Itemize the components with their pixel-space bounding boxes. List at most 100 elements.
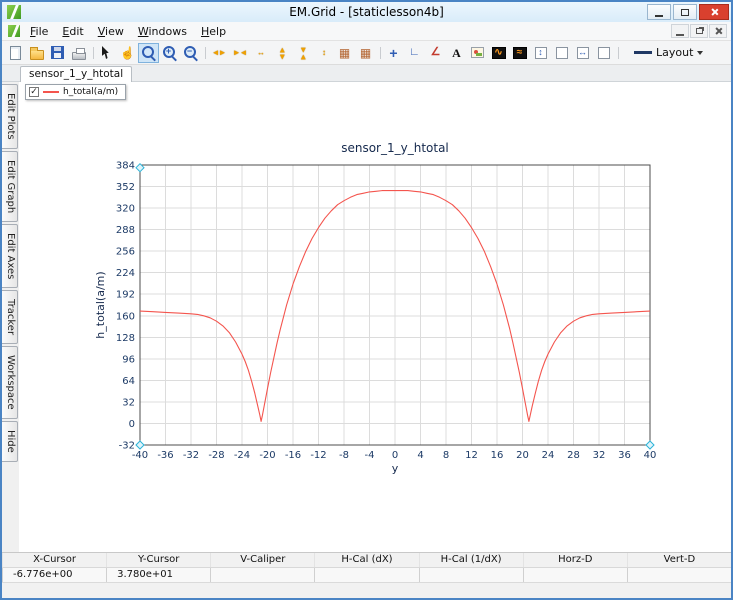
empty-box-2-icon[interactable] bbox=[593, 43, 614, 63]
empty-box-icon[interactable] bbox=[551, 43, 572, 63]
waveform-dark-icon[interactable]: ∿ bbox=[488, 43, 509, 63]
open-file-icon[interactable] bbox=[26, 43, 47, 63]
zoom-in-icon[interactable]: + bbox=[159, 43, 180, 63]
svg-text:128: 128 bbox=[116, 333, 135, 344]
status-col-x-cursor: X-Cursor bbox=[2, 553, 106, 567]
fit-x-axis-icon[interactable]: ↔ bbox=[250, 43, 271, 63]
legend-checkbox[interactable]: ✓ bbox=[29, 87, 39, 97]
svg-text:32: 32 bbox=[593, 450, 606, 461]
svg-text:288: 288 bbox=[116, 225, 135, 236]
svg-text:24: 24 bbox=[542, 450, 555, 461]
expand-y-axis-icon[interactable]: ◄► bbox=[271, 43, 292, 63]
zoom-out-icon[interactable]: − bbox=[180, 43, 201, 63]
svg-text:-36: -36 bbox=[157, 450, 173, 461]
waveform-gallery-icon[interactable]: ≈ bbox=[509, 43, 530, 63]
text-label-icon[interactable]: A bbox=[446, 43, 467, 63]
compress-y-axis-icon[interactable]: ►◄ bbox=[292, 43, 313, 63]
close-button[interactable] bbox=[699, 4, 729, 20]
minimize-button[interactable] bbox=[647, 4, 671, 20]
mdi-minimize-button[interactable] bbox=[671, 24, 689, 38]
mdi-minimize-icon bbox=[676, 33, 684, 36]
maximize-icon bbox=[681, 8, 689, 16]
status-value-cell: 3.780e+01 bbox=[106, 568, 210, 582]
svg-text:-24: -24 bbox=[234, 450, 250, 461]
plot-canvas[interactable]: ✓ h_total(a/m) -40 -36 -32 -28 -24 -20 -16 -12-… bbox=[19, 82, 731, 552]
expand-x-axis-icon[interactable]: ◄► bbox=[208, 43, 229, 63]
axes-icon[interactable]: ∟ bbox=[404, 43, 425, 63]
crosshair-icon[interactable]: + bbox=[383, 43, 404, 63]
svg-text:32: 32 bbox=[122, 397, 135, 408]
side-tab-edit-plots[interactable]: Edit Plots bbox=[2, 84, 18, 149]
print-icon[interactable] bbox=[68, 43, 89, 63]
mdi-close-button[interactable] bbox=[709, 24, 727, 38]
side-tab-edit-axes[interactable]: Edit Axes bbox=[2, 223, 18, 289]
chart[interactable]: -40 -36 -32 -28 -24 -20 -16 -12 -8 -4 0 4 8 12 16 20 24 2… bbox=[19, 82, 731, 552]
menu-view[interactable]: View bbox=[91, 23, 131, 40]
svg-text:-4: -4 bbox=[365, 450, 375, 461]
zoom-window-icon[interactable] bbox=[138, 42, 159, 63]
menu-windows[interactable]: Windows bbox=[131, 23, 194, 40]
legend[interactable]: ✓ h_total(a/m) bbox=[25, 84, 127, 100]
status-col-h-cal-dx: H-Cal (dX) bbox=[314, 553, 418, 567]
svg-text:352: 352 bbox=[116, 182, 135, 193]
svg-text:384: 384 bbox=[116, 161, 135, 172]
data-table-icon[interactable]: ▦ bbox=[334, 43, 355, 63]
svg-text:sensor_1_y_htotal: sensor_1_y_htotal bbox=[341, 141, 449, 155]
layout-dropdown-button[interactable]: Layout bbox=[627, 43, 710, 62]
status-bar: X-Cursor Y-Cursor V-Caliper H-Cal (dX) H-Cal… bbox=[2, 552, 731, 582]
compress-x-axis-icon[interactable]: ►◄ bbox=[229, 43, 250, 63]
svg-text:0: 0 bbox=[392, 450, 398, 461]
window-footer bbox=[2, 582, 731, 598]
svg-text:8: 8 bbox=[443, 450, 449, 461]
svg-text:160: 160 bbox=[116, 311, 135, 322]
svg-text:256: 256 bbox=[116, 247, 135, 258]
main-area: Edit Plots Edit Graph Edit Axes Tracker Work… bbox=[2, 82, 731, 552]
svg-text:y: y bbox=[392, 462, 399, 475]
side-tab-bar: Edit Plots Edit Graph Edit Axes Tracker Work… bbox=[2, 82, 19, 552]
menu-items: File Edit View Windows Help bbox=[23, 23, 233, 40]
status-value-cell: -6.776e+00 bbox=[2, 568, 106, 582]
svg-text:-32: -32 bbox=[119, 441, 135, 452]
svg-text:0: 0 bbox=[129, 419, 135, 430]
horizontal-caliper-icon[interactable]: ↔ bbox=[572, 43, 593, 63]
svg-text:-28: -28 bbox=[208, 450, 224, 461]
svg-text:-40: -40 bbox=[132, 450, 148, 461]
svg-text:36: 36 bbox=[618, 450, 631, 461]
window-title: EM.Grid - [staticlesson4b] bbox=[289, 5, 444, 19]
maximize-button[interactable] bbox=[673, 4, 697, 20]
title-bar: EM.Grid - [staticlesson4b] bbox=[2, 2, 731, 22]
tab-bar: sensor_1_y_htotal bbox=[2, 65, 731, 82]
status-value-cell bbox=[522, 568, 627, 582]
legend-line-sample bbox=[43, 91, 59, 93]
slope-icon[interactable]: ∠ bbox=[425, 43, 446, 63]
status-value-cell bbox=[418, 568, 523, 582]
status-col-h-cal-1dx: H-Cal (1/dX) bbox=[418, 553, 523, 567]
fit-y-axis-icon[interactable]: ↕ bbox=[313, 43, 334, 63]
side-tab-tracker[interactable]: Tracker bbox=[2, 290, 18, 345]
menu-bar: File Edit View Windows Help bbox=[2, 22, 731, 41]
new-file-icon[interactable] bbox=[5, 43, 26, 63]
pan-hand-icon[interactable]: ☝ bbox=[117, 43, 138, 63]
mdi-restore-button[interactable] bbox=[690, 24, 708, 38]
app-logo-icon bbox=[7, 5, 21, 19]
status-value-cell bbox=[314, 568, 418, 582]
side-tab-hide[interactable]: Hide bbox=[2, 420, 18, 462]
menu-edit[interactable]: Edit bbox=[55, 23, 90, 40]
svg-text:224: 224 bbox=[116, 268, 135, 279]
tab-sensor-1-y-htotal[interactable]: sensor_1_y_htotal bbox=[20, 66, 133, 82]
image-annotation-icon[interactable] bbox=[467, 43, 488, 63]
select-cursor-icon[interactable] bbox=[96, 43, 117, 63]
menu-file[interactable]: File bbox=[23, 23, 55, 40]
side-tab-edit-graph[interactable]: Edit Graph bbox=[2, 150, 18, 222]
status-values-row: -6.776e+00 3.780e+01 bbox=[2, 567, 731, 582]
app-window: EM.Grid - [staticlesson4b] File Edit View W… bbox=[0, 0, 733, 600]
status-value-cell bbox=[626, 568, 731, 582]
menu-help[interactable]: Help bbox=[194, 23, 233, 40]
side-tab-workspace[interactable]: Workspace bbox=[2, 346, 18, 419]
toolbar-separator-2 bbox=[201, 43, 208, 63]
vertical-caliper-icon[interactable]: ↕ bbox=[530, 43, 551, 63]
save-icon[interactable] bbox=[47, 43, 68, 63]
close-icon bbox=[710, 8, 718, 16]
data-table-2-icon[interactable]: ▦ bbox=[355, 43, 376, 63]
dropdown-caret-icon bbox=[697, 50, 704, 55]
